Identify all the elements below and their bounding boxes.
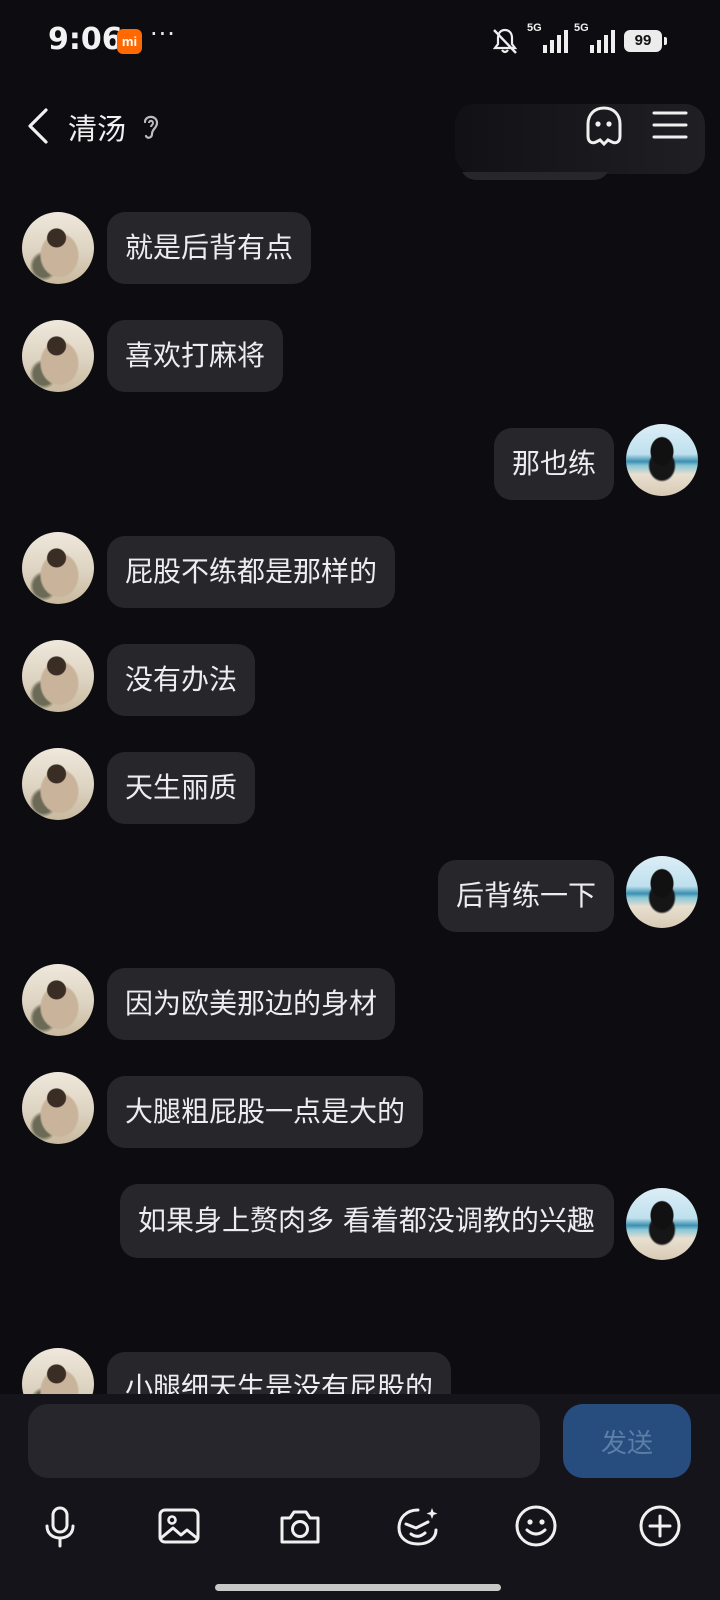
chat-header: 清汤 bbox=[0, 84, 720, 174]
message-bubble[interactable]: 就是后背有点 bbox=[107, 212, 312, 284]
send-button[interactable]: 发送 bbox=[563, 1404, 691, 1478]
contact-avatar[interactable] bbox=[22, 1072, 94, 1144]
message-bubble[interactable]: 喜欢打麻将 bbox=[107, 320, 284, 392]
signal-2-icon: 5G bbox=[574, 22, 618, 56]
battery-level: 99 bbox=[624, 30, 662, 52]
contact-avatar[interactable] bbox=[22, 748, 94, 820]
user-avatar[interactable] bbox=[626, 1188, 698, 1260]
signal-1-icon: 5G bbox=[527, 22, 571, 56]
message-bubble[interactable]: 屁股不练都是那样的 bbox=[107, 536, 396, 608]
network-type-label: 5G bbox=[527, 22, 542, 34]
sticker-icon[interactable] bbox=[394, 1502, 442, 1550]
contact-avatar[interactable] bbox=[22, 532, 94, 604]
bell-muted-icon bbox=[492, 28, 518, 54]
plus-icon[interactable] bbox=[636, 1502, 684, 1550]
message-bubble[interactable]: 大腿粗屁股一点是大的 bbox=[107, 1076, 424, 1148]
contact-avatar[interactable] bbox=[22, 964, 94, 1036]
message-bubble[interactable]: 后背练一下 bbox=[437, 860, 614, 932]
partial-message-bubble bbox=[460, 172, 610, 180]
message-bubble[interactable]: 因为欧美那边的身材 bbox=[107, 968, 396, 1040]
contact-avatar[interactable] bbox=[22, 1348, 94, 1394]
message-bubble[interactable]: 天生丽质 bbox=[107, 752, 256, 824]
emoji-icon[interactable] bbox=[512, 1502, 560, 1550]
network-type-label: 5G bbox=[574, 22, 589, 34]
microphone-icon[interactable] bbox=[36, 1502, 84, 1550]
menu-icon[interactable] bbox=[652, 110, 688, 140]
message-bubble[interactable]: 如果身上赘肉多 看着都没调教的兴趣 bbox=[120, 1184, 614, 1258]
mi-app-icon: mi bbox=[117, 29, 142, 54]
user-avatar[interactable] bbox=[626, 856, 698, 928]
composer-toolbar bbox=[0, 1482, 720, 1600]
status-time: 9:06 bbox=[48, 22, 123, 57]
message-list[interactable]: 就是后背有点 喜欢打麻将 那也练 屁股不练都是那样的 没有办法 天生丽质 后背练… bbox=[0, 172, 720, 1394]
chat-title[interactable]: 清汤 bbox=[68, 106, 126, 148]
message-bubble[interactable]: 没有办法 bbox=[107, 644, 256, 716]
more-notifications-icon: ··· bbox=[150, 20, 176, 48]
contact-avatar[interactable] bbox=[22, 320, 94, 392]
camera-icon[interactable] bbox=[276, 1502, 324, 1550]
image-icon[interactable] bbox=[155, 1502, 203, 1550]
battery-tip bbox=[664, 37, 667, 45]
status-bar: 9:06 mi ··· 5G 5G 99 bbox=[0, 0, 720, 84]
back-icon[interactable] bbox=[24, 106, 52, 146]
home-indicator[interactable] bbox=[215, 1584, 501, 1591]
composer: 发送 bbox=[0, 1394, 720, 1482]
bot-icon[interactable] bbox=[582, 104, 626, 148]
message-input[interactable] bbox=[28, 1404, 540, 1478]
user-avatar[interactable] bbox=[626, 424, 698, 496]
message-bubble[interactable]: 小腿细天生是没有屁股的 bbox=[107, 1352, 452, 1394]
ear-icon bbox=[143, 115, 159, 139]
message-bubble[interactable]: 那也练 bbox=[493, 428, 614, 500]
contact-avatar[interactable] bbox=[22, 640, 94, 712]
contact-avatar[interactable] bbox=[22, 212, 94, 284]
